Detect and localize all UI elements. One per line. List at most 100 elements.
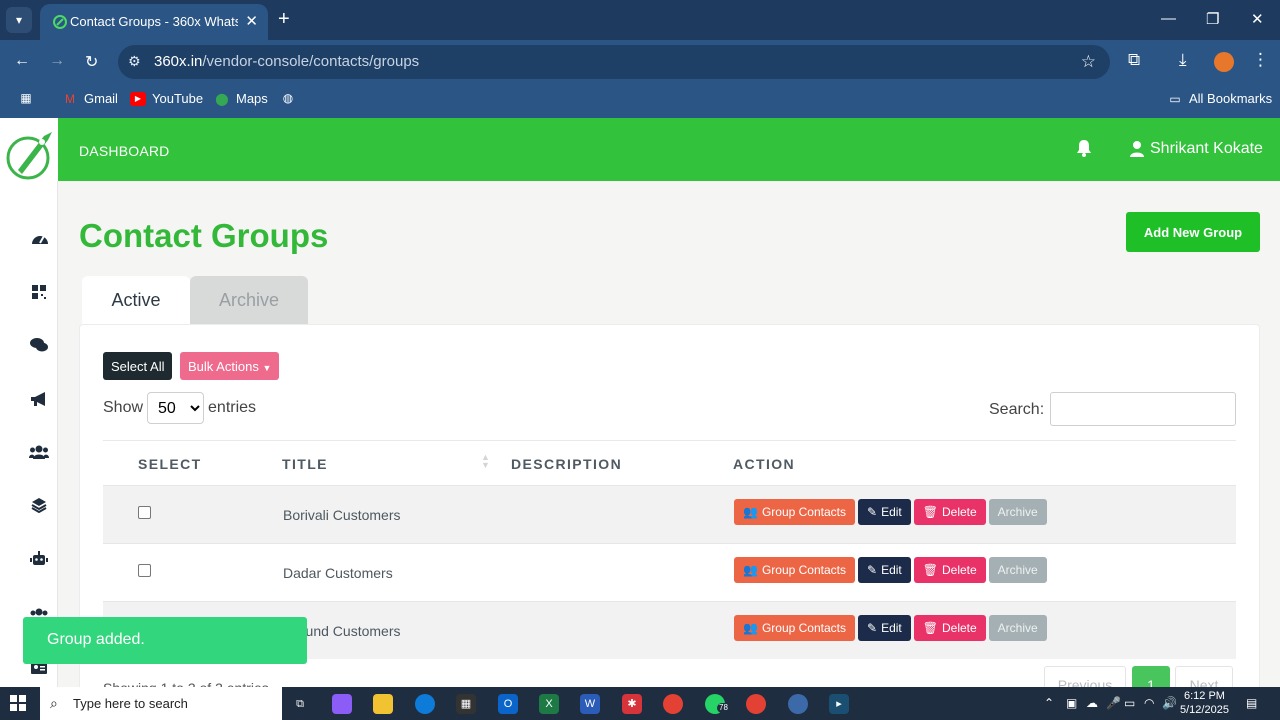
chrome-profile-icon[interactable]	[746, 694, 766, 714]
edit-button[interactable]: ✎ Edit	[858, 615, 911, 641]
select-all-button[interactable]: Select All	[103, 352, 173, 380]
delete-button[interactable]: 🗑 Delete	[913, 557, 986, 583]
group-contacts-button[interactable]: 👥 Group Contacts	[734, 557, 855, 583]
caret-down-icon: ▼	[262, 362, 272, 373]
terminal-icon[interactable]: ▸	[829, 694, 849, 714]
col-select[interactable]: SELECT	[138, 456, 202, 472]
tab-active[interactable]: Active	[82, 276, 190, 324]
word-icon[interactable]: W	[580, 694, 600, 714]
bookmark-youtube[interactable]: ▶ YouTube	[130, 91, 203, 106]
success-toast[interactable]: Group added.	[23, 617, 307, 664]
extensions-icon[interactable]: ⧉	[1128, 50, 1140, 70]
tray-volume-icon[interactable]: 🔊	[1162, 696, 1177, 710]
edit-button[interactable]: ✎ Edit	[858, 499, 911, 525]
chat-bubbles-icon[interactable]	[28, 337, 50, 359]
copilot-icon[interactable]	[332, 694, 352, 714]
megaphone-icon[interactable]	[28, 391, 50, 413]
qr-code-icon[interactable]	[28, 284, 50, 306]
group-contacts-button[interactable]: 👥 Group Contacts	[734, 499, 855, 525]
url-text[interactable]: 360x.in/vendor-console/contacts/groups	[154, 53, 419, 70]
app-red-icon[interactable]: ✱	[622, 694, 642, 714]
chrome-icon[interactable]	[663, 694, 683, 714]
delete-button[interactable]: 🗑 Delete	[913, 615, 986, 641]
bookmark-gmail[interactable]: M Gmail	[62, 91, 118, 106]
downloads-icon[interactable]: ⤓	[1179, 50, 1187, 70]
rocket-logo-icon	[6, 132, 52, 180]
address-bar[interactable]: ⚙ 360x.in/vendor-console/contacts/groups…	[118, 45, 1110, 79]
row-checkbox[interactable]	[138, 506, 151, 519]
group-contacts-button[interactable]: 👥 Group Contacts	[734, 615, 855, 641]
restore-button[interactable]: ❐	[1206, 10, 1219, 28]
archive-button[interactable]: Archive	[988, 557, 1047, 583]
new-tab-button[interactable]: +	[278, 8, 290, 31]
row-checkbox[interactable]	[138, 564, 151, 577]
sidebar	[0, 181, 58, 687]
browser-toolbar: ← → ↻ ⚙ 360x.in/vendor-console/contacts/…	[0, 40, 1280, 84]
apps-grid-icon[interactable]: ▦	[18, 91, 34, 105]
taskbar-search[interactable]: ⌕ Type here to search	[40, 687, 282, 720]
excel-icon[interactable]: X	[539, 694, 559, 714]
search-input[interactable]	[1050, 392, 1236, 426]
edge-icon[interactable]	[415, 694, 435, 714]
tray-cloud-icon[interactable]: ☁	[1086, 696, 1098, 710]
users-group-icon[interactable]	[28, 444, 50, 466]
reload-icon[interactable]: ↻	[85, 52, 98, 72]
col-description[interactable]: DESCRIPTION	[511, 456, 622, 472]
layers-icon[interactable]	[28, 497, 50, 519]
tab-title: Contact Groups - 360x WhatsApp	[70, 14, 238, 29]
table-header: SELECT TITLE ▲ ▼ DESCRIPTION ACTION	[103, 440, 1236, 485]
site-info-icon[interactable]: ⚙	[128, 53, 141, 70]
taskbar-clock[interactable]: 6:12 PM 5/12/2025	[1180, 689, 1229, 717]
sort-arrows-icon[interactable]: ▲ ▼	[481, 453, 490, 470]
bookmark-globe[interactable]: ◍	[280, 91, 296, 105]
brand-logo[interactable]	[0, 118, 58, 181]
clock-date: 5/12/2025	[1180, 704, 1229, 716]
globe-icon: ◍	[282, 91, 294, 105]
tab-archive[interactable]: Archive	[190, 276, 308, 324]
bookmark-maps[interactable]: ⬤ Maps	[214, 91, 268, 106]
notification-bell-icon[interactable]	[1076, 139, 1092, 162]
minimize-button[interactable]: —	[1161, 10, 1176, 27]
delete-button[interactable]: 🗑 Delete	[913, 499, 986, 525]
tray-chevron-icon[interactable]: ⌃	[1044, 696, 1054, 710]
tray-wifi-icon[interactable]: ◠	[1144, 696, 1154, 710]
tray-mic-icon[interactable]: 🎤	[1106, 696, 1121, 710]
youtube-icon: ▶	[130, 91, 146, 106]
site-favicon-icon	[53, 15, 67, 29]
entries-select[interactable]: 50	[147, 392, 205, 424]
dashboard-link[interactable]: DASHBOARD	[79, 143, 169, 159]
task-view-icon[interactable]: ⧉	[290, 694, 310, 714]
notifications-icon[interactable]: ▤	[1246, 696, 1257, 710]
chrome-active-icon[interactable]	[788, 694, 808, 714]
tray-meet-icon[interactable]: ▣	[1066, 696, 1077, 710]
back-arrow-icon[interactable]: ←	[14, 52, 30, 70]
archive-button[interactable]: Archive	[988, 499, 1047, 525]
whatsapp-icon[interactable]: 78	[705, 694, 730, 714]
whatsapp-badge: 78	[717, 703, 730, 713]
forward-arrow-icon[interactable]: →	[49, 52, 65, 70]
close-window-button[interactable]: ✕	[1251, 10, 1264, 28]
profile-avatar[interactable]	[1214, 52, 1234, 72]
file-explorer-icon[interactable]	[373, 694, 393, 714]
bookmark-star-icon[interactable]: ☆	[1081, 52, 1096, 72]
bulk-actions-dropdown[interactable]: Bulk Actions ▼	[180, 352, 280, 380]
user-menu[interactable]: Shrikant Kokate	[1130, 140, 1263, 158]
maps-pin-icon: ⬤	[215, 91, 229, 106]
tab-search-menu-button[interactable]: ▾	[6, 7, 32, 33]
tray-battery-icon[interactable]: ▭	[1124, 696, 1135, 710]
outlook-icon[interactable]: O	[498, 694, 518, 714]
robot-icon[interactable]	[28, 551, 50, 573]
browser-tab-bar: ▾ Contact Groups - 360x WhatsApp ✕ + — ❐…	[0, 0, 1280, 40]
all-bookmarks[interactable]: ▭ All Bookmarks	[1167, 91, 1272, 106]
dashboard-gauge-icon[interactable]	[29, 230, 51, 252]
add-new-group-button[interactable]: Add New Group	[1126, 212, 1260, 252]
tab-close-icon[interactable]: ✕	[245, 12, 258, 30]
edit-button[interactable]: ✎ Edit	[858, 557, 911, 583]
chrome-menu-icon[interactable]: ⋮	[1252, 50, 1269, 70]
archive-button[interactable]: Archive	[988, 615, 1047, 641]
browser-tab-active[interactable]: Contact Groups - 360x WhatsApp ✕	[40, 4, 268, 40]
trash-icon: 🗑	[922, 563, 938, 577]
col-title[interactable]: TITLE	[282, 456, 328, 472]
windows-start-icon[interactable]	[10, 695, 26, 716]
store-icon[interactable]: ▦	[456, 694, 476, 714]
